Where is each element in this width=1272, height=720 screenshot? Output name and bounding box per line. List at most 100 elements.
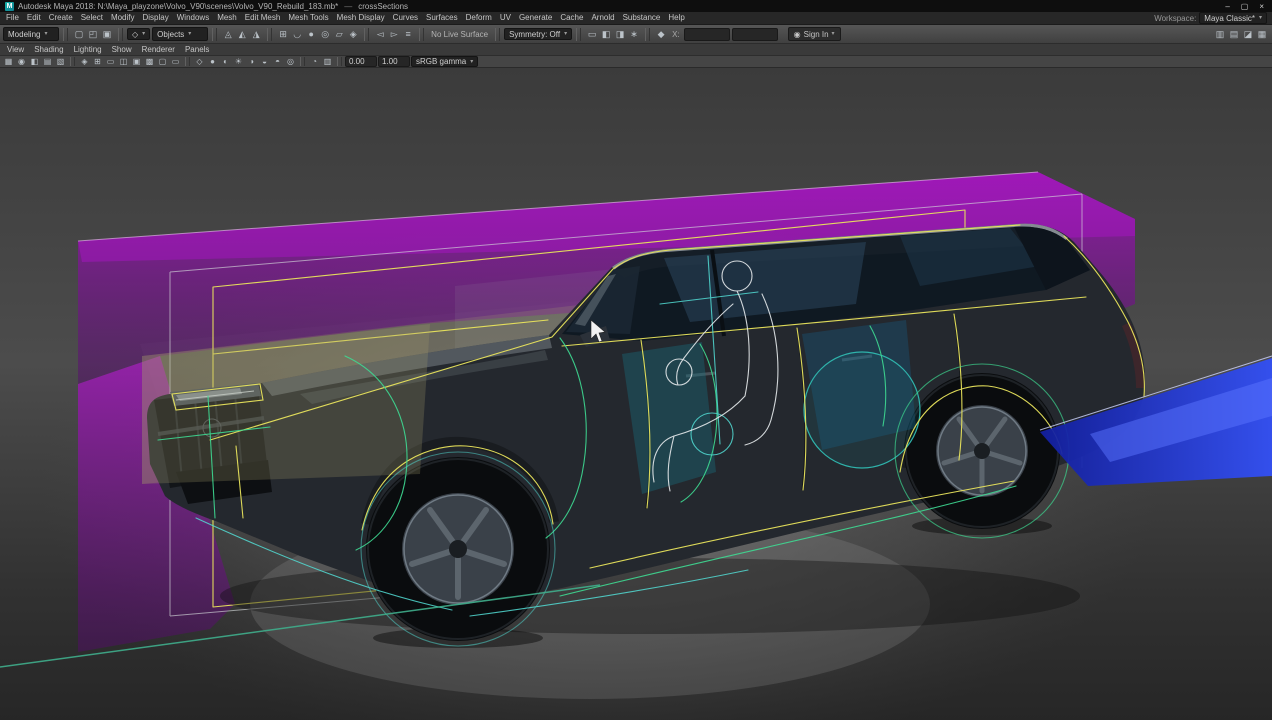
snap-curve-icon[interactable]: ◡ <box>290 27 304 41</box>
menu-uv[interactable]: UV <box>496 12 515 24</box>
gate-mask-icon[interactable]: ▣ <box>130 56 143 67</box>
menu-modify[interactable]: Modify <box>107 12 139 24</box>
isolate-select-icon[interactable]: ◔ <box>308 56 321 67</box>
snap-point-icon[interactable]: ● <box>304 27 318 41</box>
separator <box>70 57 75 66</box>
menu-arnold[interactable]: Arnold <box>587 12 618 24</box>
menu-create[interactable]: Create <box>45 12 77 24</box>
safe-title-icon[interactable]: ▭ <box>169 56 182 67</box>
motion-blur-icon[interactable]: ◓ <box>271 56 284 67</box>
selection-mask-selector[interactable]: Objects ▾ <box>152 27 209 41</box>
lock-camera-icon[interactable]: ◉ <box>15 56 28 67</box>
coordinate-input-1[interactable] <box>683 27 730 41</box>
output-connections-icon[interactable]: ▻ <box>387 27 401 41</box>
xyz-input-mode-icon[interactable]: ◆ <box>654 27 668 41</box>
sign-in-button[interactable]: ◉ Sign In ▾ <box>787 27 841 41</box>
menu-file[interactable]: File <box>2 12 23 24</box>
menu-surfaces[interactable]: Surfaces <box>422 12 462 24</box>
construction-history-icon[interactable]: ≡ <box>401 27 415 41</box>
wireframe-mode-icon[interactable]: ◇ <box>193 56 206 67</box>
make-live-icon[interactable]: ◈ <box>346 27 360 41</box>
render-view-icon[interactable]: ▭ <box>585 27 599 41</box>
menu-edit[interactable]: Edit <box>23 12 45 24</box>
channel-box-icon[interactable]: ▦ <box>1255 27 1269 41</box>
menu-help[interactable]: Help <box>664 12 688 24</box>
separator <box>419 27 425 41</box>
two-d-pan-zoom-icon[interactable]: ◈ <box>78 56 91 67</box>
panel-menu-lighting[interactable]: Lighting <box>69 44 107 55</box>
save-scene-icon[interactable]: ▣ <box>100 27 114 41</box>
menu-mesh[interactable]: Mesh <box>213 12 241 24</box>
panel-menu-panels[interactable]: Panels <box>180 44 214 55</box>
film-gate-icon[interactable]: ▭ <box>104 56 117 67</box>
coordinate-input-2[interactable] <box>731 27 778 41</box>
menu-set-selector[interactable]: Modeling ▾ <box>3 27 59 41</box>
exposure-field[interactable]: 0.00 <box>345 56 377 67</box>
gamma-field[interactable]: 1.00 <box>378 56 410 67</box>
minimize-button[interactable]: – <box>1225 2 1229 11</box>
menu-generate[interactable]: Generate <box>515 12 556 24</box>
gate-icon-group: ◈ ⊞ ▭ ◫ ▣ ▩ ▢ ▭ <box>78 56 182 67</box>
panel-menu-shading[interactable]: Shading <box>29 44 68 55</box>
shadows-icon[interactable]: ◑ <box>245 56 258 67</box>
modeling-toolkit-icon[interactable]: ▥ <box>1213 27 1227 41</box>
separator <box>645 27 651 41</box>
no-live-surface-label[interactable]: No Live Surface <box>428 30 491 39</box>
ambient-occlusion-icon[interactable]: ◒ <box>258 56 271 67</box>
viewport-canvas[interactable] <box>0 68 1272 720</box>
menu-select[interactable]: Select <box>77 12 107 24</box>
bookmarks-icon[interactable]: ▤ <box>41 56 54 67</box>
render-current-frame-icon[interactable]: ◧ <box>599 27 613 41</box>
menu-substance[interactable]: Substance <box>619 12 665 24</box>
ipr-render-icon[interactable]: ◨ <box>613 27 627 41</box>
status-line: Modeling ▾ ▢ ◰ ▣ ◇ ▾ Objects ▾ ◬ ◭ ◮ ⊞ ◡ ● ◎ ▱ ◈ … <box>0 25 1272 44</box>
input-connections-icon[interactable]: ◅ <box>373 27 387 41</box>
snap-view-plane-icon[interactable]: ▱ <box>332 27 346 41</box>
select-camera-icon[interactable]: ▦ <box>2 56 15 67</box>
safe-action-icon[interactable]: ▢ <box>156 56 169 67</box>
menu-set-value: Modeling <box>8 29 41 39</box>
panel-menu-view[interactable]: View <box>2 44 29 55</box>
textured-mode-icon[interactable]: ◐ <box>219 56 232 67</box>
symmetry-selector[interactable]: Symmetry: Off ▾ <box>504 28 573 40</box>
menu-windows[interactable]: Windows <box>173 12 213 24</box>
use-all-lights-icon[interactable]: ☀ <box>232 56 245 67</box>
workspace-value: Maya Classic* <box>1204 13 1255 23</box>
separator <box>118 27 123 41</box>
menu-cache[interactable]: Cache <box>556 12 587 24</box>
separator <box>576 27 582 41</box>
tool-settings-icon[interactable]: ◪ <box>1241 27 1255 41</box>
grid-toggle-icon[interactable]: ⊞ <box>91 56 104 67</box>
select-component-icon[interactable]: ◮ <box>249 27 263 41</box>
open-scene-icon[interactable]: ◰ <box>86 27 100 41</box>
attribute-editor-icon[interactable]: ▤ <box>1227 27 1241 41</box>
selection-mask-value: Objects <box>157 29 185 39</box>
gamma-mode-selector[interactable]: sRGB gamma ▾ <box>411 56 479 67</box>
select-object-icon[interactable]: ◭ <box>235 27 249 41</box>
panel-menu-renderer[interactable]: Renderer <box>137 44 180 55</box>
anti-aliasing-icon[interactable]: ◎ <box>284 56 297 67</box>
image-plane-icon[interactable]: ▧ <box>54 56 67 67</box>
workspace-selector[interactable]: Maya Classic* ▾ <box>1199 12 1267 24</box>
select-hierarchy-icon[interactable]: ◬ <box>221 27 235 41</box>
snap-grid-icon[interactable]: ⊞ <box>276 27 290 41</box>
menu-display[interactable]: Display <box>139 12 173 24</box>
shaded-mode-icon[interactable]: ● <box>206 56 219 67</box>
camera-attributes-icon[interactable]: ◧ <box>28 56 41 67</box>
panel-menu-show[interactable]: Show <box>107 44 137 55</box>
render-settings-icon[interactable]: ∗ <box>627 27 641 41</box>
xray-icon[interactable]: ▥ <box>321 56 334 67</box>
menu-curves[interactable]: Curves <box>389 12 422 24</box>
field-chart-icon[interactable]: ▩ <box>143 56 156 67</box>
maximize-button[interactable]: ▢ <box>1241 2 1249 11</box>
menu-mesh-tools[interactable]: Mesh Tools <box>284 12 332 24</box>
resolution-gate-icon[interactable]: ◫ <box>117 56 130 67</box>
menu-deform[interactable]: Deform <box>462 12 496 24</box>
menu-edit-mesh[interactable]: Edit Mesh <box>241 12 285 24</box>
selection-mask-mode[interactable]: ◇ ▾ <box>127 28 151 40</box>
close-button[interactable]: × <box>1259 2 1264 11</box>
menu-mesh-display[interactable]: Mesh Display <box>333 12 389 24</box>
snap-projected-center-icon[interactable]: ◎ <box>318 27 332 41</box>
chevron-down-icon: ▾ <box>1258 15 1262 21</box>
new-scene-icon[interactable]: ▢ <box>72 27 86 41</box>
